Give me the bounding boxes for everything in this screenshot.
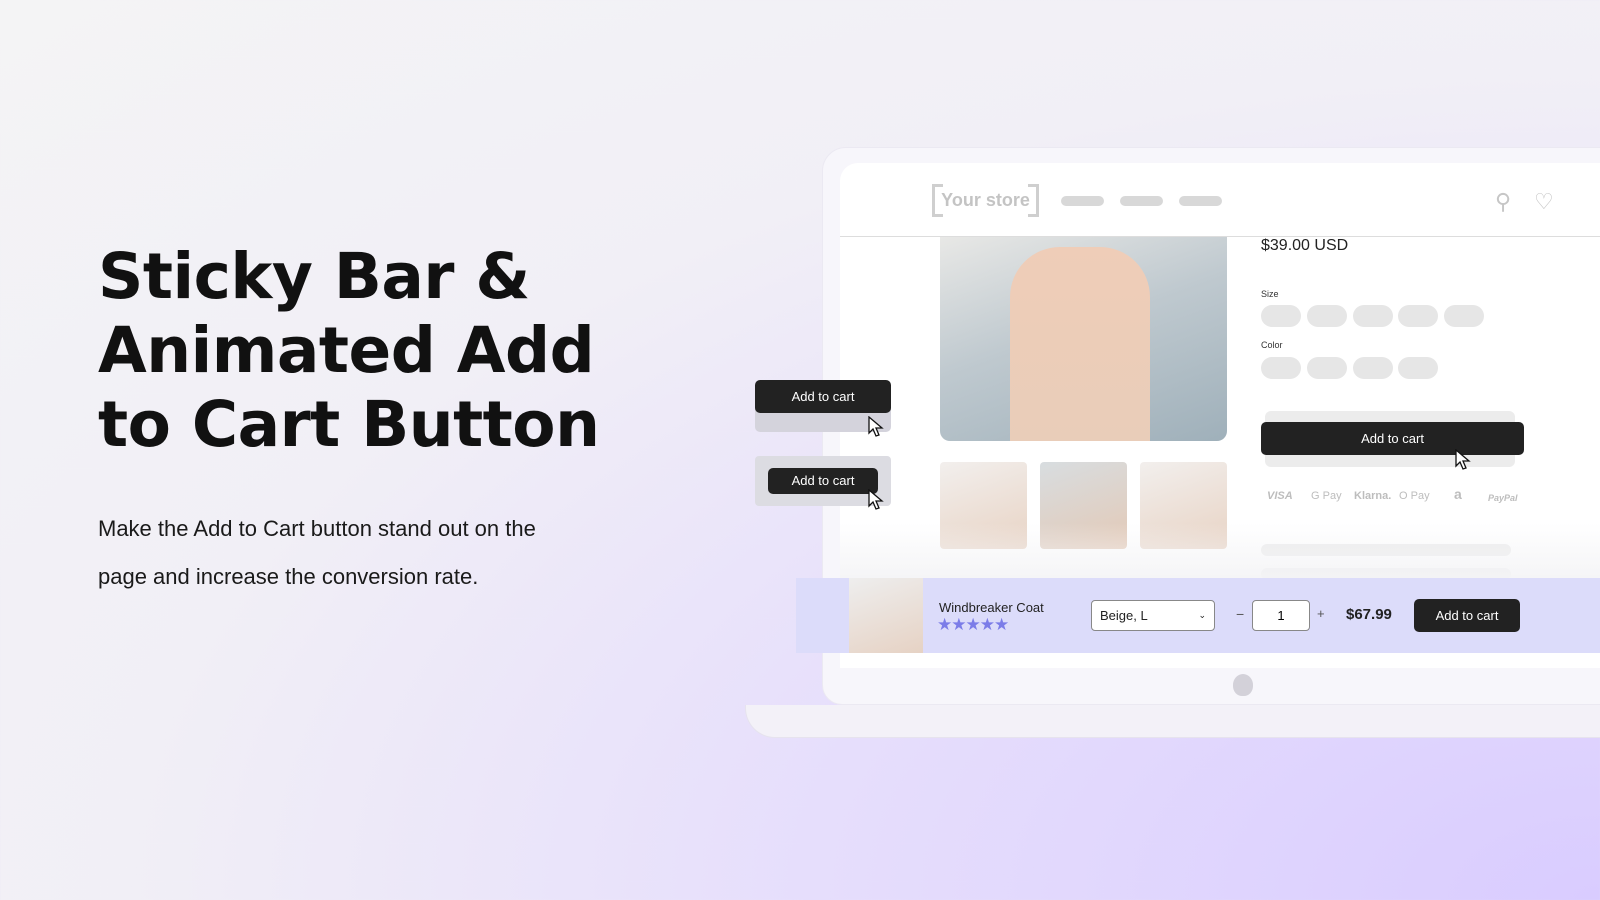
quantity-decrease[interactable]: − — [1236, 606, 1244, 622]
store-header: Your store ⚲ ♡ — [840, 163, 1600, 237]
size-label: Size — [1261, 289, 1279, 299]
gpay-icon: G Pay — [1311, 490, 1342, 502]
product-main-image — [940, 237, 1227, 441]
cursor-icon — [868, 416, 884, 437]
heart-icon[interactable]: ♡ — [1534, 189, 1554, 215]
color-option[interactable] — [1398, 357, 1438, 379]
size-option[interactable] — [1261, 305, 1301, 327]
store-logo[interactable]: Your store — [932, 184, 1039, 217]
klarna-icon: Klarna. — [1354, 490, 1392, 502]
nav-link[interactable] — [1061, 196, 1104, 206]
variant-select[interactable]: Beige, L ⌄ — [1091, 600, 1215, 631]
opay-icon: O Pay — [1399, 490, 1430, 502]
animated-button-demo-2: Add to cart — [755, 456, 891, 510]
apple-logo-icon — [1233, 674, 1253, 696]
add-to-cart-button[interactable]: Add to cart — [1261, 422, 1524, 455]
amazon-icon: a — [1454, 486, 1462, 502]
cursor-icon — [868, 489, 884, 510]
paypal-icon: PayPal — [1488, 493, 1518, 503]
cursor-icon — [1455, 449, 1471, 470]
search-icon[interactable]: ⚲ — [1495, 189, 1511, 215]
color-option[interactable] — [1307, 357, 1347, 379]
size-option[interactable] — [1307, 305, 1347, 327]
sticky-add-to-cart-button[interactable]: Add to cart — [1414, 599, 1520, 632]
variant-value: Beige, L — [1100, 608, 1148, 623]
sticky-add-to-cart-bar: Windbreaker Coat ★★★★★ Beige, L ⌄ − 1 + … — [796, 578, 1600, 653]
size-option[interactable] — [1353, 305, 1393, 327]
hero-title: Sticky Bar & Animated Add to Cart Button — [98, 240, 600, 461]
color-option[interactable] — [1261, 357, 1301, 379]
size-option[interactable] — [1444, 305, 1484, 327]
nav-link[interactable] — [1120, 196, 1163, 206]
nav-link[interactable] — [1179, 196, 1222, 206]
laptop-base — [745, 705, 1600, 738]
sticky-product-image — [849, 578, 923, 653]
color-option[interactable] — [1353, 357, 1393, 379]
color-label: Color — [1261, 340, 1283, 350]
add-to-cart-button[interactable]: Add to cart — [768, 468, 878, 494]
sticky-product-name: Windbreaker Coat — [939, 600, 1044, 615]
size-option[interactable] — [1398, 305, 1438, 327]
sticky-price: $67.99 — [1346, 606, 1392, 623]
chevron-down-icon: ⌄ — [1198, 610, 1206, 620]
quantity-input[interactable]: 1 — [1252, 600, 1310, 631]
product-price: $39.00 USD — [1261, 237, 1349, 254]
add-to-cart-button[interactable]: Add to cart — [755, 380, 891, 413]
quantity-increase[interactable]: + — [1317, 606, 1325, 621]
hero-subtitle: Make the Add to Cart button stand out on… — [98, 516, 536, 589]
visa-icon: VISA — [1267, 490, 1293, 502]
rating-stars: ★★★★★ — [937, 615, 1009, 634]
animated-button-demo-1: Add to cart — [755, 380, 891, 437]
